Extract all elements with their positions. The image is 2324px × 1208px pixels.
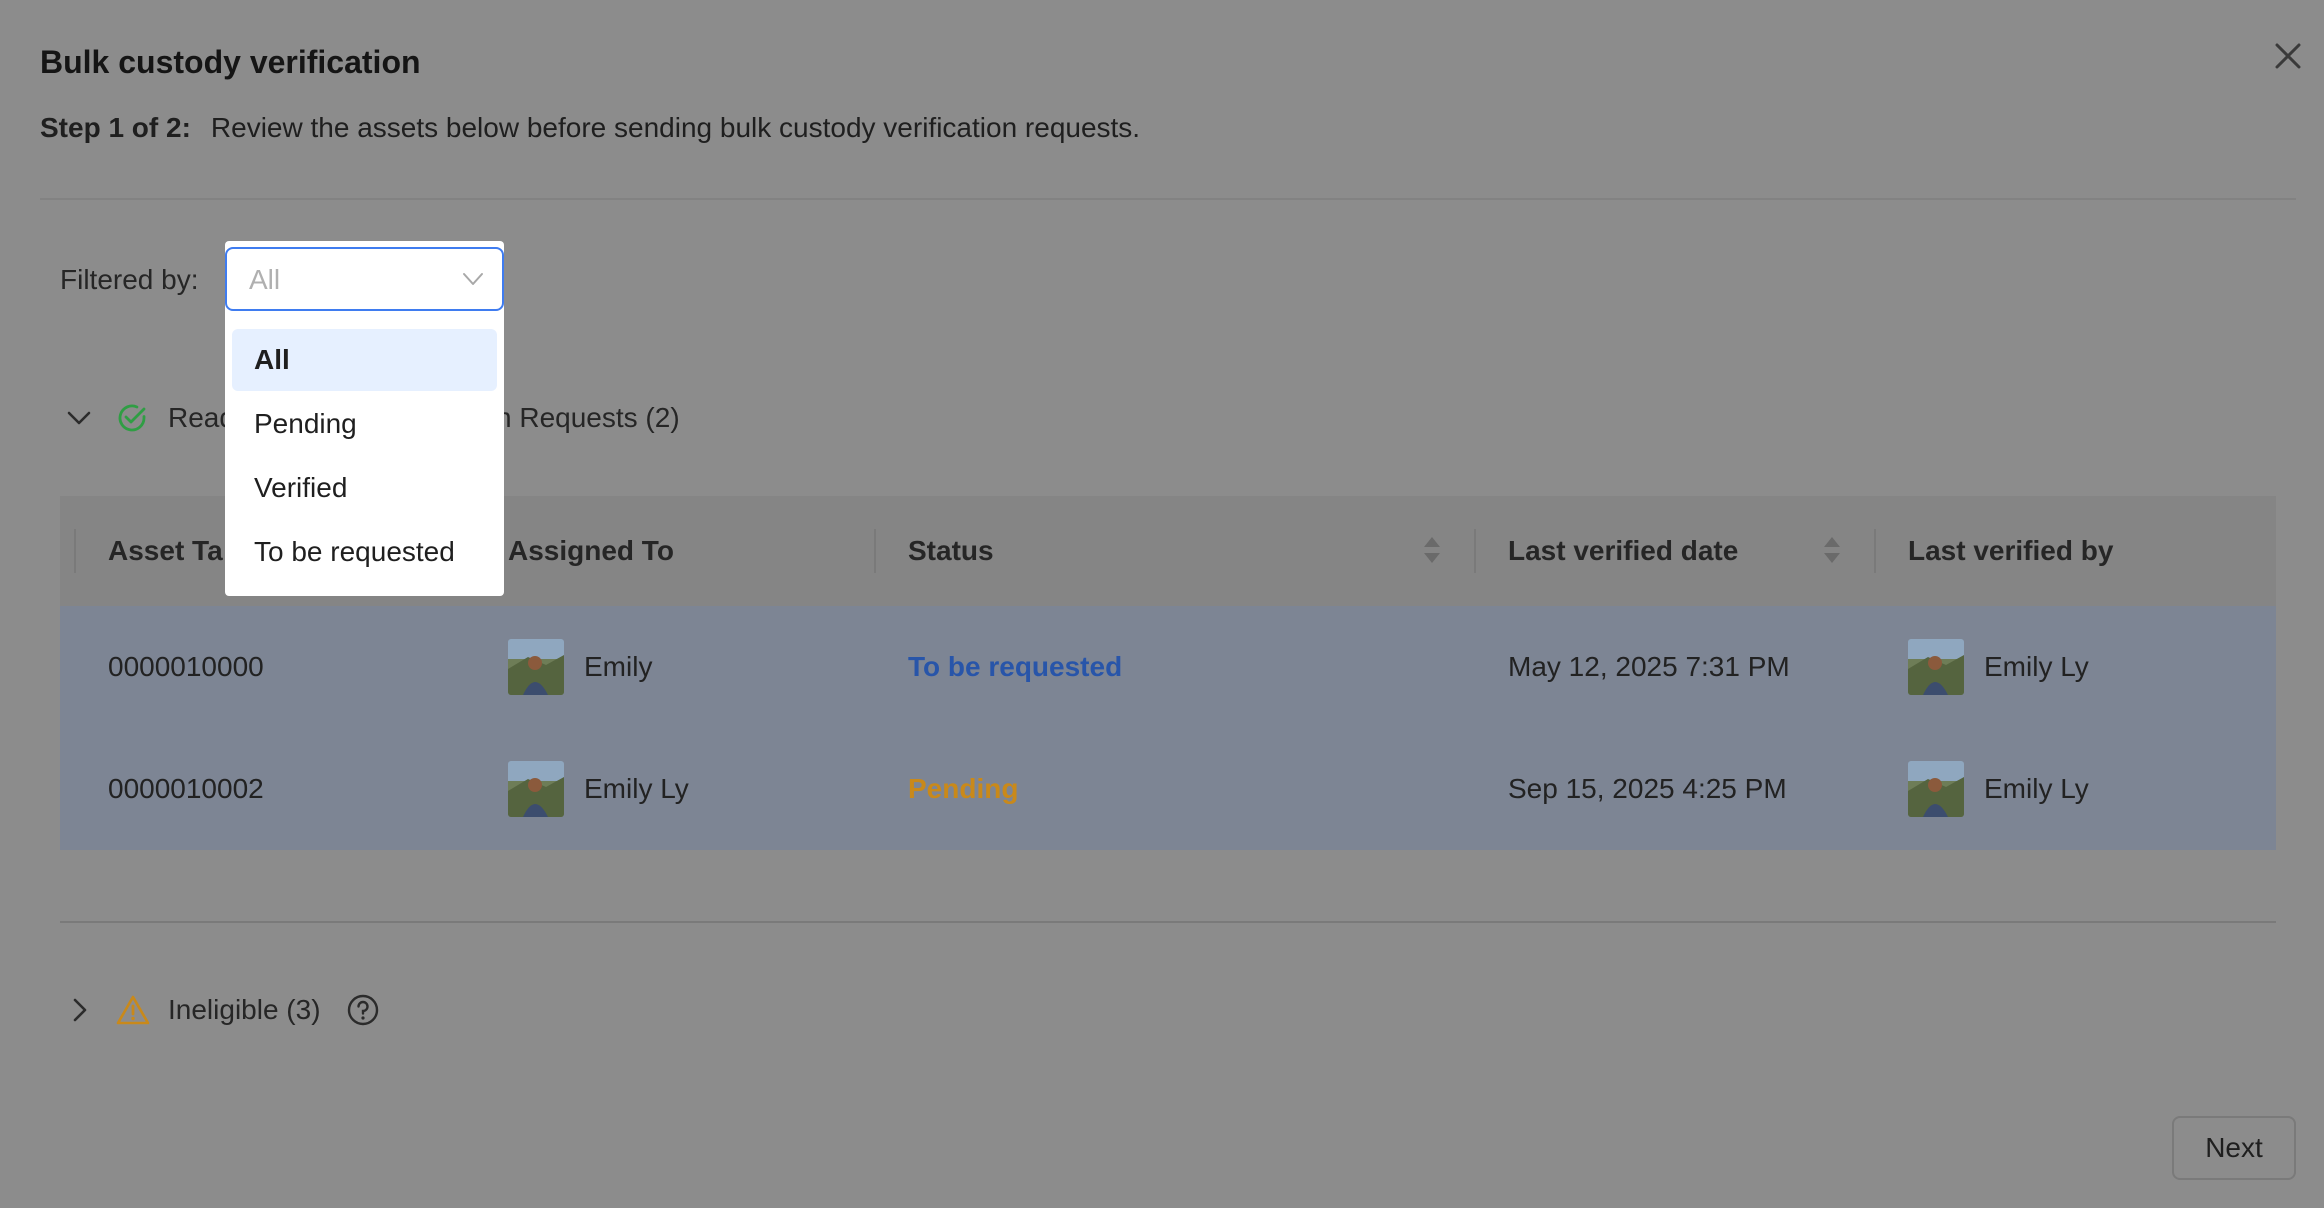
filter-label: Filtered by: (60, 264, 199, 295)
header-divider (40, 198, 2296, 200)
next-button[interactable]: Next (2172, 1116, 2296, 1180)
filter-select[interactable]: All (225, 247, 504, 311)
modal-title: Bulk custody verification (40, 44, 421, 80)
chevron-down-icon (463, 273, 483, 285)
column-header-assigned-to[interactable]: Assigned To (508, 531, 674, 571)
ready-section-count: n Requests (2) (496, 402, 680, 433)
asset-tag: 0000010002 (108, 773, 264, 804)
filter-option-all[interactable]: All (232, 329, 497, 391)
column-divider (1874, 529, 1876, 573)
column-header-asset-tag[interactable]: Asset Ta (108, 531, 223, 571)
column-divider (74, 529, 76, 573)
close-icon[interactable] (2268, 36, 2308, 76)
warning-icon (116, 995, 150, 1025)
column-header-last-verified-by[interactable]: Last verified by (1908, 531, 2113, 571)
assigned-to-name: Emily (584, 651, 653, 682)
last-verified-by-name: Emily Ly (1984, 773, 2089, 804)
table-row[interactable]: 0000010000 Emily To be requested May 12,… (60, 606, 2276, 728)
column-divider (874, 529, 876, 573)
filter-option-pending[interactable]: Pending (232, 393, 497, 455)
step-description: Step 1 of 2: Review the assets below befo… (40, 110, 1140, 146)
last-verified-date: Sep 15, 2025 4:25 PM (1508, 773, 1787, 804)
status-badge: To be requested (908, 651, 1123, 682)
avatar (1908, 639, 1964, 695)
last-verified-date: May 12, 2025 7:31 PM (1508, 651, 1790, 682)
sort-icon[interactable] (1422, 534, 1442, 566)
filter-option-to-be-requested[interactable]: To be requested (232, 521, 497, 583)
step-label: Step 1 of 2: (40, 112, 191, 143)
assigned-to-name: Emily Ly (584, 773, 689, 804)
filter-option-verified[interactable]: Verified (232, 457, 497, 519)
step-text: Review the assets below before sending b… (210, 112, 1141, 143)
column-divider (1474, 529, 1476, 573)
filter-dropdown: All All Pending Verified To be requested (225, 241, 504, 596)
column-header-status[interactable]: Status (908, 531, 994, 571)
avatar (508, 639, 564, 695)
status-badge: Pending (908, 773, 1019, 804)
last-verified-by-name: Emily Ly (1984, 651, 2089, 682)
column-header-last-verified-date[interactable]: Last verified date (1508, 531, 1738, 571)
help-icon[interactable] (346, 993, 380, 1027)
asset-tag: 0000010000 (108, 651, 264, 682)
chevron-right-icon[interactable] (68, 995, 92, 1025)
table-row[interactable]: 0000010002 Emily Ly Pending Sep 15, 2025… (60, 728, 2276, 850)
check-circle-icon (118, 404, 146, 432)
sort-icon[interactable] (1822, 534, 1842, 566)
chevron-down-icon[interactable] (64, 406, 94, 430)
avatar (1908, 761, 1964, 817)
ineligible-section-label[interactable]: Ineligible (3) (168, 992, 321, 1028)
filter-select-value: All (249, 264, 281, 295)
section-divider (60, 921, 2276, 923)
avatar (508, 761, 564, 817)
